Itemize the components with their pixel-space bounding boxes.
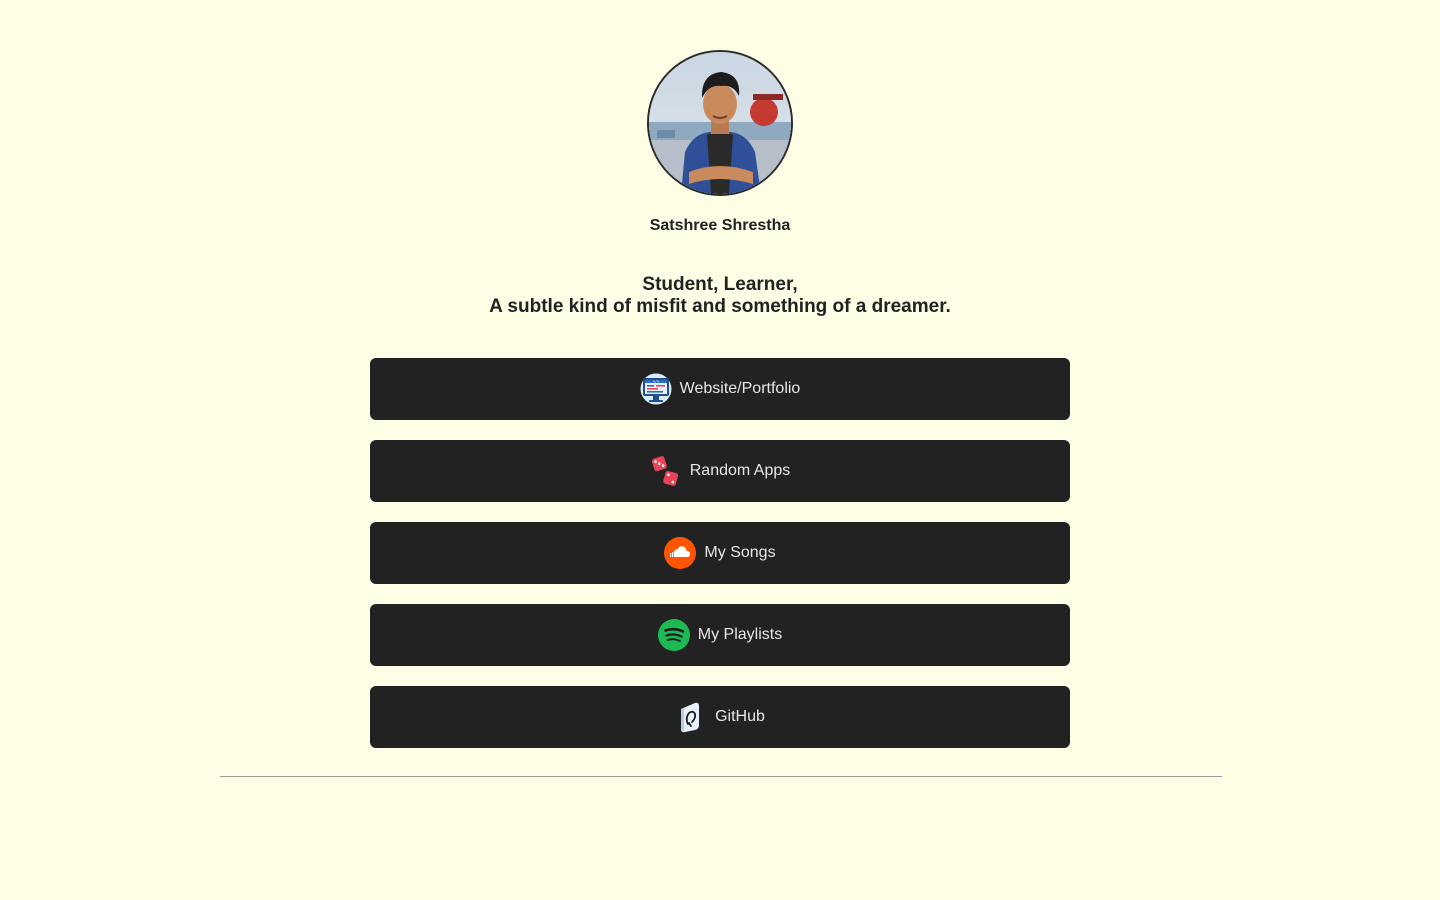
link-website-portfolio[interactable]: </> Website/Portfolio [370,358,1070,420]
link-my-songs[interactable]: My Songs [370,522,1070,584]
link-random-apps[interactable]: Random Apps [370,440,1070,502]
spotify-icon [657,619,690,651]
profile-name: Satshree Shrestha [649,217,791,234]
github-icon [675,701,707,733]
link-my-playlists[interactable]: My Playlists [370,604,1070,666]
link-label: Random Apps [689,462,791,479]
bio-line-1: Student, Learner, [642,274,798,295]
link-github[interactable]: GitHub [370,686,1070,748]
link-list: </> Website/Portfolio Random Apps My Son… [370,358,1070,768]
soundcloud-icon [664,537,697,569]
link-label: GitHub [715,708,765,725]
dice-icon [650,455,682,487]
link-label: My Playlists [697,626,783,643]
footer-divider [220,776,1222,777]
profile-bio: Student, Learner, A subtle kind of misfi… [0,274,1440,318]
link-label: Website/Portfolio [679,380,801,397]
link-page: Satshree Shrestha Student, Learner, A su… [0,0,1440,900]
link-label: My Songs [704,544,776,561]
monitor-code-icon: </> [640,373,672,405]
bio-line-2: A subtle kind of misfit and something of… [489,296,951,317]
profile-avatar [647,50,793,196]
svg-text:</>: </> [652,380,659,384]
